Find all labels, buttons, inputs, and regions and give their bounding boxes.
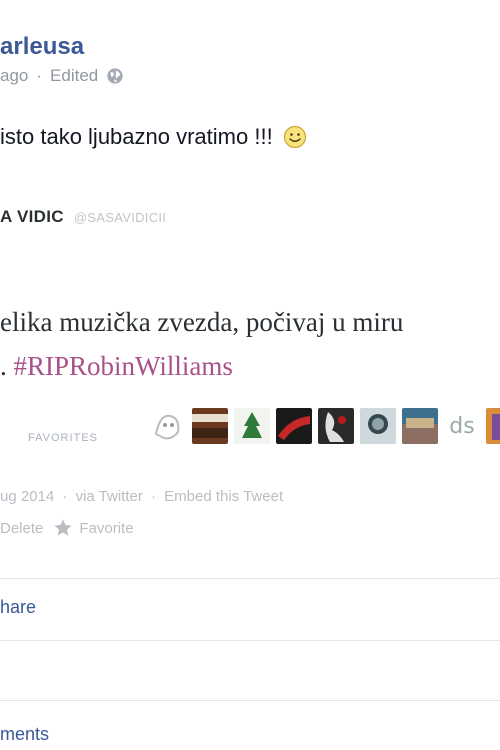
tweet-author-name[interactable]: A VIDIC <box>0 207 64 227</box>
favoriters-avatars: ds <box>150 408 500 444</box>
tweet-hashtag[interactable]: #RIPRobinWilliams <box>14 351 233 381</box>
tweet-date[interactable]: ug 2014 <box>0 488 54 505</box>
tweet-actions: Delete Favorite <box>0 518 134 538</box>
favoriter-avatar[interactable] <box>192 408 228 444</box>
divider <box>0 640 500 641</box>
status-text: isto tako ljubazno vratimo !!! <box>0 124 273 149</box>
tweet-text-line-1: elika muzička zvezda, počivaj u miru <box>0 307 404 337</box>
globe-icon[interactable] <box>106 67 124 85</box>
favoriter-avatar[interactable] <box>234 408 270 444</box>
favoriter-avatar[interactable] <box>486 408 500 444</box>
tweet-text: elika muzička zvezda, počivaj u miru . #… <box>0 300 403 388</box>
time-separator: · <box>62 488 68 505</box>
smiley-icon <box>283 125 306 149</box>
comments-link[interactable]: ments <box>0 724 49 745</box>
tweet-time-row: ug 2014 · via Twitter · Embed this Tweet <box>0 488 283 505</box>
favorite-tweet-button[interactable]: Favorite <box>79 520 133 537</box>
star-icon[interactable] <box>53 518 73 538</box>
facebook-post: arleusa ago · Edited isto tako ljubazno … <box>0 0 500 750</box>
post-time[interactable]: ago <box>0 66 28 86</box>
favoriter-avatar[interactable] <box>150 408 186 444</box>
time-separator: · <box>151 488 156 505</box>
tweet-text-line-2: . #RIPRobinWilliams <box>0 344 403 388</box>
share-link[interactable]: hare <box>0 597 36 618</box>
tweet-handle[interactable]: @SASAVIDICII <box>74 210 166 225</box>
favorites-label: FAVORITES <box>28 432 98 444</box>
divider <box>0 578 500 579</box>
tweet-via[interactable]: via Twitter <box>76 488 143 505</box>
delete-tweet-button[interactable]: Delete <box>0 520 43 537</box>
favoriter-avatar[interactable] <box>360 408 396 444</box>
favoriter-avatar[interactable]: ds <box>444 408 480 444</box>
favoriter-avatar[interactable] <box>402 408 438 444</box>
post-status-text: isto tako ljubazno vratimo !!! <box>0 124 307 150</box>
post-meta: ago · Edited <box>0 66 124 86</box>
tweet-author[interactable]: A VIDIC @SASAVIDICII <box>0 207 166 227</box>
meta-separator: · <box>36 66 43 85</box>
post-author-name[interactable]: arleusa <box>0 33 84 61</box>
embed-tweet-link[interactable]: Embed this Tweet <box>164 488 283 505</box>
tweet-text-prefix: . <box>0 351 14 381</box>
favoriter-avatar[interactable] <box>276 408 312 444</box>
favoriter-avatar[interactable] <box>318 408 354 444</box>
post-edited-label[interactable]: Edited <box>50 66 98 86</box>
divider <box>0 700 500 701</box>
